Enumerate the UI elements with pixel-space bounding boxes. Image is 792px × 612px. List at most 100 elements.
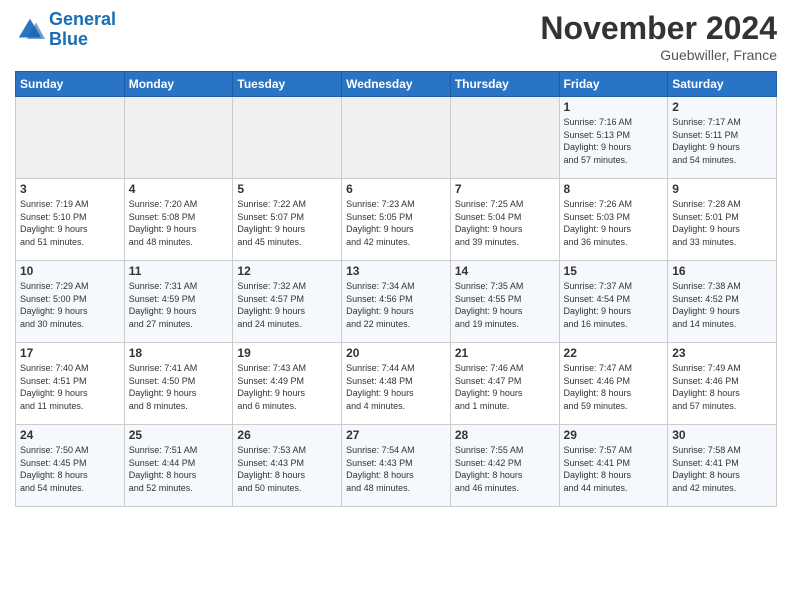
day-number: 13 (346, 264, 446, 278)
day-info: Sunrise: 7:54 AM Sunset: 4:43 PM Dayligh… (346, 444, 446, 494)
day-cell: 11Sunrise: 7:31 AM Sunset: 4:59 PM Dayli… (124, 261, 233, 343)
day-cell: 28 Sunrise: 7:55 AM Sunset: 4:42 PM Dayli… (450, 425, 559, 507)
calendar-body: 1 Sunrise: 7:16 AM Sunset: 5:13 PM Daylig… (16, 97, 777, 507)
day-number: 5 (237, 182, 337, 196)
day-info: Sunrise: 7:23 AM Sunset: 5:05 PM Dayligh… (346, 198, 446, 248)
day-number: 21 (455, 346, 555, 360)
title-block: November 2024 Guebwiller, France (540, 10, 777, 63)
day-info: Sunrise: 7:38 AM Sunset: 4:52 PM Dayligh… (672, 280, 772, 330)
day-number: 15 (564, 264, 664, 278)
day-cell: 6 Sunrise: 7:23 AM Sunset: 5:05 PM Daylig… (342, 179, 451, 261)
day-cell: 8Sunrise: 7:26 AM Sunset: 5:03 PM Daylig… (559, 179, 668, 261)
logo-text: General Blue (49, 10, 116, 50)
day-number: 29 (564, 428, 664, 442)
header-cell-sunday: Sunday (16, 72, 125, 97)
day-cell: 25 Sunrise: 7:51 AM Sunset: 4:44 PM Dayli… (124, 425, 233, 507)
day-info: Sunrise: 7:19 AM Sunset: 5:10 PM Dayligh… (20, 198, 120, 248)
day-info: Sunrise: 7:34 AM Sunset: 4:56 PM Dayligh… (346, 280, 446, 330)
day-info: Sunrise: 7:46 AM Sunset: 4:47 PM Dayligh… (455, 362, 555, 412)
day-cell: 16 Sunrise: 7:38 AM Sunset: 4:52 PM Dayli… (668, 261, 777, 343)
day-cell (450, 97, 559, 179)
day-cell (124, 97, 233, 179)
logo-icon (15, 15, 45, 45)
day-cell: 14 Sunrise: 7:35 AM Sunset: 4:55 PM Dayli… (450, 261, 559, 343)
day-info: Sunrise: 7:53 AM Sunset: 4:43 PM Dayligh… (237, 444, 337, 494)
day-cell: 19 Sunrise: 7:43 AM Sunset: 4:49 PM Dayli… (233, 343, 342, 425)
day-cell: 29 Sunrise: 7:57 AM Sunset: 4:41 PM Dayli… (559, 425, 668, 507)
day-number: 7 (455, 182, 555, 196)
day-info: Sunrise: 7:43 AM Sunset: 4:49 PM Dayligh… (237, 362, 337, 412)
day-cell: 15 Sunrise: 7:37 AM Sunset: 4:54 PM Dayli… (559, 261, 668, 343)
day-info: Sunrise: 7:26 AM Sunset: 5:03 PM Dayligh… (564, 198, 664, 248)
day-info: Sunrise: 7:29 AM Sunset: 5:00 PM Dayligh… (20, 280, 120, 330)
day-info: Sunrise: 7:49 AM Sunset: 4:46 PM Dayligh… (672, 362, 772, 412)
day-info: Sunrise: 7:32 AM Sunset: 4:57 PM Dayligh… (237, 280, 337, 330)
day-cell: 12 Sunrise: 7:32 AM Sunset: 4:57 PM Dayli… (233, 261, 342, 343)
header-cell-saturday: Saturday (668, 72, 777, 97)
day-cell: 13 Sunrise: 7:34 AM Sunset: 4:56 PM Dayli… (342, 261, 451, 343)
day-info: Sunrise: 7:28 AM Sunset: 5:01 PM Dayligh… (672, 198, 772, 248)
day-number: 18 (129, 346, 229, 360)
day-number: 19 (237, 346, 337, 360)
day-cell: 27Sunrise: 7:54 AM Sunset: 4:43 PM Dayli… (342, 425, 451, 507)
day-cell: 21 Sunrise: 7:46 AM Sunset: 4:47 PM Dayli… (450, 343, 559, 425)
month-title: November 2024 (540, 10, 777, 47)
day-info: Sunrise: 7:35 AM Sunset: 4:55 PM Dayligh… (455, 280, 555, 330)
day-number: 28 (455, 428, 555, 442)
day-info: Sunrise: 7:17 AM Sunset: 5:11 PM Dayligh… (672, 116, 772, 166)
day-number: 24 (20, 428, 120, 442)
day-cell: 30Sunrise: 7:58 AM Sunset: 4:41 PM Dayli… (668, 425, 777, 507)
day-cell: 26 Sunrise: 7:53 AM Sunset: 4:43 PM Dayli… (233, 425, 342, 507)
week-row-2: 10Sunrise: 7:29 AM Sunset: 5:00 PM Dayli… (16, 261, 777, 343)
day-number: 2 (672, 100, 772, 114)
day-info: Sunrise: 7:57 AM Sunset: 4:41 PM Dayligh… (564, 444, 664, 494)
week-row-3: 17Sunrise: 7:40 AM Sunset: 4:51 PM Dayli… (16, 343, 777, 425)
day-number: 17 (20, 346, 120, 360)
day-number: 9 (672, 182, 772, 196)
day-info: Sunrise: 7:41 AM Sunset: 4:50 PM Dayligh… (129, 362, 229, 412)
day-cell: 4Sunrise: 7:20 AM Sunset: 5:08 PM Daylig… (124, 179, 233, 261)
day-cell: 3 Sunrise: 7:19 AM Sunset: 5:10 PM Daylig… (16, 179, 125, 261)
header-cell-monday: Monday (124, 72, 233, 97)
day-number: 11 (129, 264, 229, 278)
day-cell: 1 Sunrise: 7:16 AM Sunset: 5:13 PM Daylig… (559, 97, 668, 179)
day-info: Sunrise: 7:25 AM Sunset: 5:04 PM Dayligh… (455, 198, 555, 248)
logo: General Blue (15, 10, 116, 50)
day-info: Sunrise: 7:55 AM Sunset: 4:42 PM Dayligh… (455, 444, 555, 494)
header-row: SundayMondayTuesdayWednesdayThursdayFrid… (16, 72, 777, 97)
day-cell: 10Sunrise: 7:29 AM Sunset: 5:00 PM Dayli… (16, 261, 125, 343)
day-cell: 24 Sunrise: 7:50 AM Sunset: 4:45 PM Dayli… (16, 425, 125, 507)
day-number: 25 (129, 428, 229, 442)
day-number: 30 (672, 428, 772, 442)
day-number: 12 (237, 264, 337, 278)
header: General Blue November 2024 Guebwiller, F… (15, 10, 777, 63)
calendar-table: SundayMondayTuesdayWednesdayThursdayFrid… (15, 71, 777, 507)
day-info: Sunrise: 7:47 AM Sunset: 4:46 PM Dayligh… (564, 362, 664, 412)
week-row-0: 1 Sunrise: 7:16 AM Sunset: 5:13 PM Daylig… (16, 97, 777, 179)
day-info: Sunrise: 7:44 AM Sunset: 4:48 PM Dayligh… (346, 362, 446, 412)
day-number: 16 (672, 264, 772, 278)
day-number: 26 (237, 428, 337, 442)
day-number: 3 (20, 182, 120, 196)
day-info: Sunrise: 7:22 AM Sunset: 5:07 PM Dayligh… (237, 198, 337, 248)
day-number: 1 (564, 100, 664, 114)
header-cell-thursday: Thursday (450, 72, 559, 97)
day-cell: 20 Sunrise: 7:44 AM Sunset: 4:48 PM Dayli… (342, 343, 451, 425)
day-number: 6 (346, 182, 446, 196)
day-cell: 7 Sunrise: 7:25 AM Sunset: 5:04 PM Daylig… (450, 179, 559, 261)
main-container: General Blue November 2024 Guebwiller, F… (0, 0, 792, 517)
header-cell-tuesday: Tuesday (233, 72, 342, 97)
day-cell: 23Sunrise: 7:49 AM Sunset: 4:46 PM Dayli… (668, 343, 777, 425)
location: Guebwiller, France (540, 47, 777, 63)
day-info: Sunrise: 7:37 AM Sunset: 4:54 PM Dayligh… (564, 280, 664, 330)
day-number: 14 (455, 264, 555, 278)
day-info: Sunrise: 7:16 AM Sunset: 5:13 PM Dayligh… (564, 116, 664, 166)
day-cell: 17Sunrise: 7:40 AM Sunset: 4:51 PM Dayli… (16, 343, 125, 425)
day-number: 20 (346, 346, 446, 360)
day-info: Sunrise: 7:50 AM Sunset: 4:45 PM Dayligh… (20, 444, 120, 494)
day-cell: 22 Sunrise: 7:47 AM Sunset: 4:46 PM Dayli… (559, 343, 668, 425)
day-number: 22 (564, 346, 664, 360)
day-cell: 5 Sunrise: 7:22 AM Sunset: 5:07 PM Daylig… (233, 179, 342, 261)
day-cell: 9 Sunrise: 7:28 AM Sunset: 5:01 PM Daylig… (668, 179, 777, 261)
day-info: Sunrise: 7:51 AM Sunset: 4:44 PM Dayligh… (129, 444, 229, 494)
